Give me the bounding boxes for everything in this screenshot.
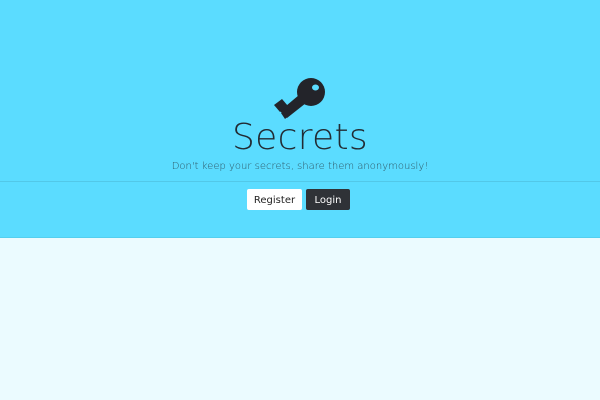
register-button[interactable]: Register: [247, 189, 302, 210]
divider: [0, 181, 600, 182]
page-title: Secrets: [232, 117, 368, 158]
tagline: Don't keep your secrets, share them anon…: [171, 161, 429, 172]
hero-section: Secrets Don't keep your secrets, share t…: [0, 0, 600, 238]
login-button[interactable]: Login: [306, 189, 350, 210]
key-icon: [274, 78, 325, 119]
